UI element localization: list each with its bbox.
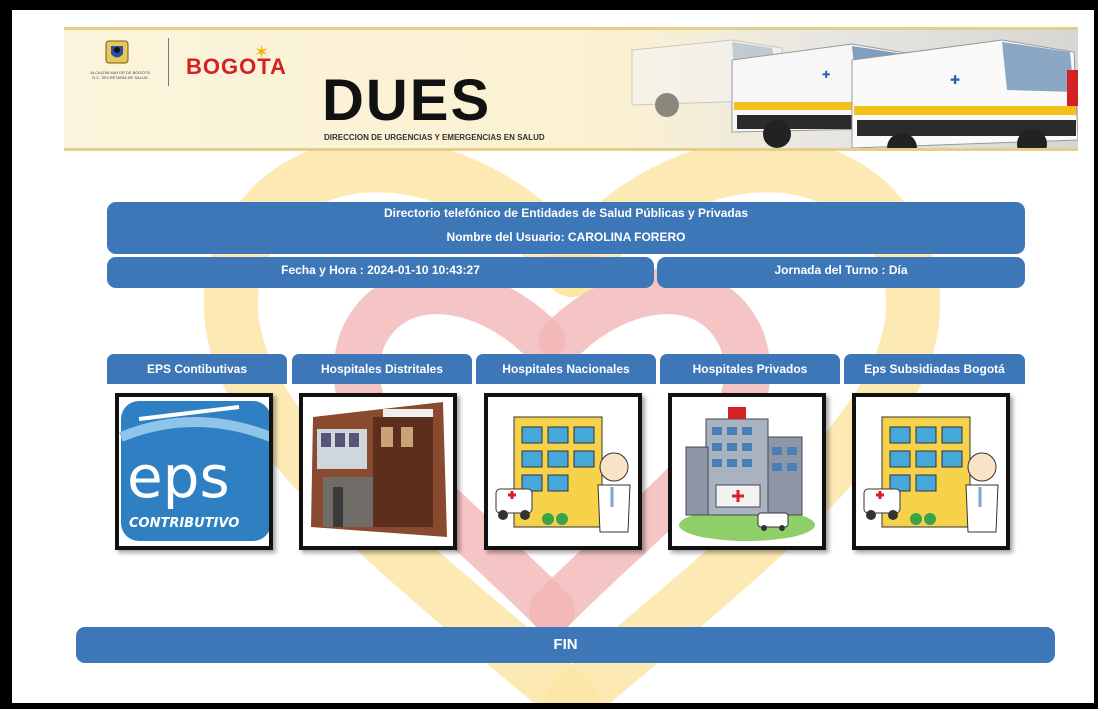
shift-bar: Jornada del Turno : Día: [657, 257, 1025, 288]
tab-hospitales-distritales[interactable]: Hospitales Distritales: [292, 354, 472, 384]
dues-banner: ALCALDÍA MAYOR DE BOGOTÁ D.C. SECRETARÍA…: [64, 27, 1078, 151]
contributivo-icon-text: CONTRIBUTIVO: [129, 516, 239, 531]
eps-icon-text: eps: [127, 443, 230, 511]
private-hospital-icon: [672, 397, 822, 546]
info-bar: Directorio telefónico de Entidades de Sa…: [107, 202, 1025, 254]
eps-contributivas-tile[interactable]: eps CONTRIBUTIVO: [115, 393, 273, 550]
eps-subsidiadas-tile[interactable]: [852, 393, 1010, 550]
tab-hospitales-nacionales[interactable]: Hospitales Nacionales: [476, 354, 656, 384]
hospital-doctor-icon: [488, 397, 638, 546]
hospitales-nacionales-tile[interactable]: [484, 393, 642, 550]
tab-eps-contributivas[interactable]: EPS Contibutivas: [107, 354, 287, 384]
svg-text:✚: ✚: [822, 70, 830, 81]
banner-subtitle: DIRECCION DE URGENCIAS Y EMERGENCIAS EN …: [324, 133, 545, 142]
hospital-doctor-icon: [856, 397, 1006, 546]
tab-hospitales-privados[interactable]: Hospitales Privados: [660, 354, 840, 384]
page-frame: ALCALDÍA MAYOR DE BOGOTÁ D.C. SECRETARÍA…: [12, 10, 1094, 703]
fin-button[interactable]: FIN: [76, 627, 1055, 663]
eps-contributivo-icon: eps CONTRIBUTIVO: [119, 401, 269, 541]
directory-title: Directorio telefónico de Entidades de Sa…: [383, 206, 749, 220]
ambulances-image: ✚ ✚: [631, 39, 1078, 148]
bogota-logo: BOGOTA: [186, 54, 287, 79]
hospitales-distritales-tile[interactable]: [299, 393, 457, 550]
district-hospital-photo: [303, 397, 453, 546]
tab-eps-subsidiadas[interactable]: Eps Subsidiadas Bogotá: [844, 354, 1025, 384]
alcaldia-text: ALCALDÍA MAYOR DE BOGOTÁ D.C. SECRETARÍA…: [90, 70, 150, 80]
svg-text:✚: ✚: [950, 73, 960, 87]
hospitales-privados-tile[interactable]: [668, 393, 826, 550]
coat-of-arms-icon: [105, 40, 129, 64]
star-icon: ✶: [254, 42, 270, 62]
banner-title: DUES: [322, 68, 492, 133]
datetime-bar: Fecha y Hora : 2024-01-10 10:43:27: [107, 257, 654, 288]
logo-divider: [168, 38, 169, 86]
user-name: Nombre del Usuario: CAROLINA FORERO: [446, 230, 686, 244]
